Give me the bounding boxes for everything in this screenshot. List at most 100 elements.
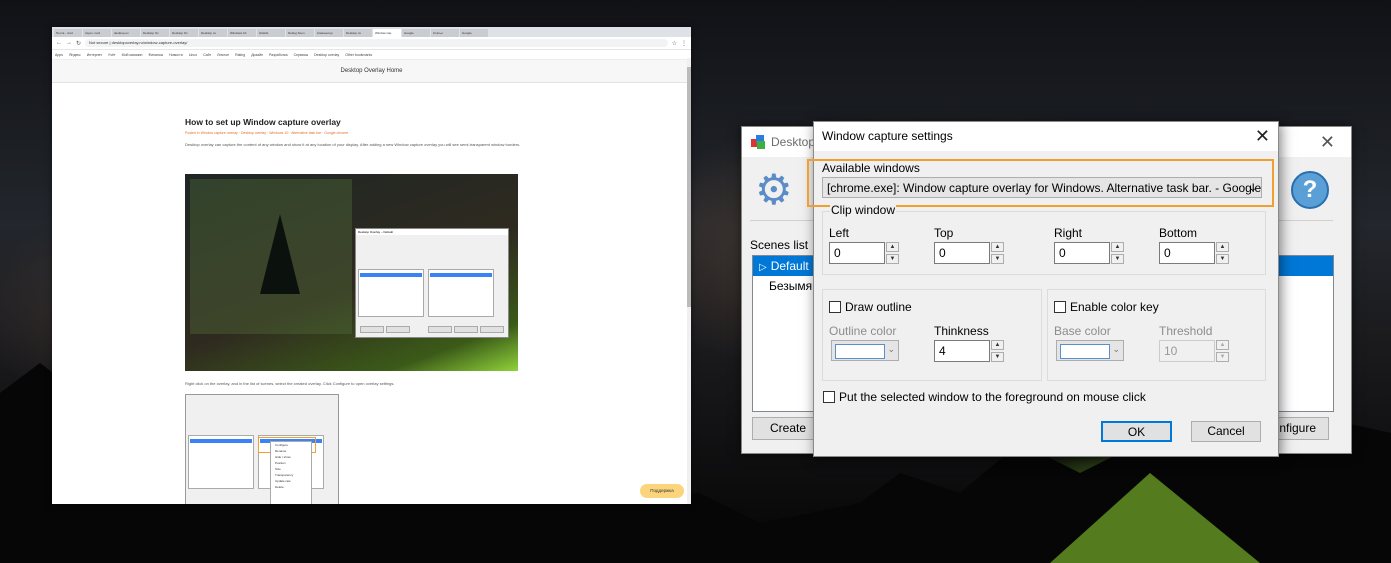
browser-tab[interactable]: Статьи: [431, 29, 459, 37]
left-input[interactable]: 0: [829, 242, 885, 264]
left-stepper[interactable]: 0 ▲ ▼: [829, 242, 901, 264]
threshold-stepper[interactable]: 10 ▲ ▼: [1159, 340, 1231, 362]
browser-tab[interactable]: Google: [402, 29, 430, 37]
spin-down-icon[interactable]: ▼: [991, 352, 1004, 362]
post-meta[interactable]: Posted in Window capture overlay · Deskt…: [185, 131, 525, 135]
bookmark[interactable]: Новости: [169, 53, 183, 57]
spin-up-icon[interactable]: ▲: [1111, 242, 1124, 252]
menu-icon[interactable]: ⋮: [681, 40, 687, 47]
bookmark[interactable]: Яндекс: [69, 53, 81, 57]
browser-tab[interactable]: GitHub: [257, 29, 285, 37]
checkbox-box[interactable]: [829, 301, 841, 313]
browser-tab[interactable]: Desktop Ov: [141, 29, 169, 37]
post-screenshot-2: Configure Rename Hide / show Position Si…: [185, 394, 339, 504]
browser-tab[interactable]: Windows 10: [228, 29, 256, 37]
bookmark[interactable]: Сайт: [203, 53, 211, 57]
spin-up-icon[interactable]: ▲: [1216, 242, 1229, 252]
bookmark[interactable]: Other bookmarks: [345, 53, 372, 57]
available-windows-dropdown[interactable]: [chrome.exe]: Window capture overlay for…: [822, 177, 1262, 198]
spin-down-icon[interactable]: ▼: [1111, 254, 1124, 264]
mini-app-window: Desktop Overlay – Default: [355, 228, 509, 338]
bookmark[interactable]: Учёт: [108, 53, 116, 57]
spin-up-icon[interactable]: ▲: [1216, 340, 1229, 350]
spin-up-icon[interactable]: ▲: [886, 242, 899, 252]
top-stepper[interactable]: 0 ▲ ▼: [934, 242, 1006, 264]
thickness-input[interactable]: 4: [934, 340, 990, 362]
bookmark[interactable]: Apps: [55, 53, 63, 57]
spin-down-icon[interactable]: ▼: [1216, 352, 1229, 362]
mini-selected-row: [190, 439, 252, 443]
post-screenshot-1: Desktop Overlay – Default: [185, 174, 518, 371]
spin-up-icon[interactable]: ▲: [991, 242, 1004, 252]
browser-tab[interactable]: rayan -rsvd: [83, 29, 111, 37]
enable-color-key-checkbox[interactable]: Enable color key: [1054, 300, 1159, 314]
browser-tab-active[interactable]: Window cap: [373, 29, 401, 37]
right-input[interactable]: 0: [1054, 242, 1110, 264]
base-color-picker[interactable]: ⌄: [1056, 340, 1124, 361]
selected-window-value: [chrome.exe]: Window capture overlay for…: [827, 181, 1262, 195]
bookmark[interactable]: Linux: [189, 53, 197, 57]
outline-color-picker[interactable]: ⌄: [831, 340, 899, 361]
gear-icon[interactable]: ⚙: [755, 169, 795, 211]
bookmark[interactable]: Дизайн: [251, 53, 263, 57]
top-input[interactable]: 0: [934, 242, 990, 264]
browser-tab[interactable]: Desktop ov: [344, 29, 372, 37]
reload-icon[interactable]: ↻: [76, 40, 81, 47]
bottom-input[interactable]: 0: [1159, 242, 1215, 264]
support-button[interactable]: Поддержка: [640, 484, 684, 498]
post-title: How to set up Window capture overlay: [185, 117, 341, 127]
bookmark[interactable]: Rating: [235, 53, 245, 57]
blog-post: How to set up Window capture overlay Pos…: [185, 117, 525, 153]
star-icon[interactable]: ☆: [672, 40, 677, 47]
checkbox-box[interactable]: [1054, 301, 1066, 313]
bookmark[interactable]: Интернет: [87, 53, 102, 57]
browser-tab[interactable]: Debug Scen: [286, 29, 314, 37]
site-header[interactable]: Desktop Overlay Home: [52, 60, 691, 83]
bottom-label: Bottom: [1159, 226, 1198, 240]
mini-button: [480, 326, 504, 333]
browser-tab[interactable]: desktop-ov: [112, 29, 140, 37]
dialog-title: Window capture settings: [814, 122, 1278, 151]
mini-selected-row: [430, 273, 492, 277]
bookmark[interactable]: Desktop overlay: [314, 53, 339, 57]
spin-down-icon[interactable]: ▼: [991, 254, 1004, 264]
cancel-button[interactable]: Cancel: [1191, 421, 1261, 442]
mini-scenes-list: [188, 435, 254, 489]
bookmark[interactable]: Личное: [217, 53, 229, 57]
browser-tab[interactable]: Desktop ov: [199, 29, 227, 37]
ok-button[interactable]: OK: [1101, 421, 1172, 442]
scenes-list-label: Scenes list: [750, 238, 809, 252]
checkbox-box[interactable]: [823, 391, 835, 403]
browser-tab[interactable]: Google: [460, 29, 488, 37]
close-icon[interactable]: ✕: [1320, 132, 1335, 153]
browser-tab[interactable]: Компьютер: [315, 29, 343, 37]
thickness-stepper[interactable]: 4 ▲ ▼: [934, 340, 1006, 362]
color-swatch: [835, 344, 885, 359]
close-icon[interactable]: ✕: [1255, 126, 1270, 147]
foreground-on-click-checkbox[interactable]: Put the selected window to the foregroun…: [823, 390, 1146, 404]
left-label: Left: [829, 226, 850, 240]
browser-window: Почта - rsvd rayan -rsvd desktop-ov Desk…: [52, 27, 691, 504]
browser-tab[interactable]: Почта - rsvd: [54, 29, 82, 37]
spin-up-icon[interactable]: ▲: [991, 340, 1004, 350]
bookmark[interactable]: Разработка: [269, 53, 288, 57]
bottom-stepper[interactable]: 0 ▲ ▼: [1159, 242, 1231, 264]
browser-tab[interactable]: Desktop Ov: [170, 29, 198, 37]
spin-down-icon[interactable]: ▼: [1216, 254, 1229, 264]
bookmark[interactable]: Финансы: [148, 53, 163, 57]
threshold-input[interactable]: 10: [1159, 340, 1215, 362]
app-logo-icon: [751, 135, 765, 149]
forward-icon[interactable]: →: [66, 40, 72, 46]
tab-strip: Почта - rsvd rayan -rsvd desktop-ov Desk…: [52, 27, 691, 37]
help-icon[interactable]: ?: [1291, 171, 1329, 209]
scrollbar-thumb[interactable]: [687, 67, 691, 307]
bookmark[interactable]: Сервисы: [294, 53, 309, 57]
bookmark[interactable]: Мой магазин: [122, 53, 143, 57]
chevron-down-icon: ⌄: [887, 344, 895, 354]
draw-outline-checkbox[interactable]: Draw outline: [829, 300, 912, 314]
back-icon[interactable]: ←: [56, 40, 62, 46]
tree-silhouette: [260, 214, 300, 294]
spin-down-icon[interactable]: ▼: [886, 254, 899, 264]
right-stepper[interactable]: 0 ▲ ▼: [1054, 242, 1126, 264]
url-field[interactable]: Not secure | desktopoverlay.ru/window-ca…: [85, 39, 668, 47]
